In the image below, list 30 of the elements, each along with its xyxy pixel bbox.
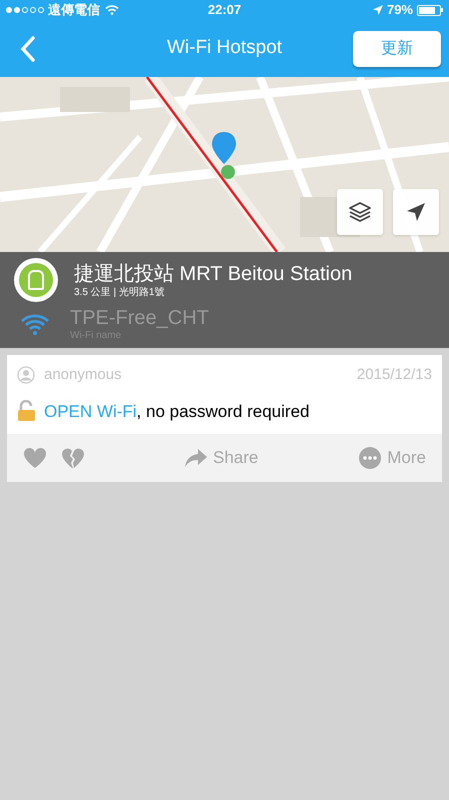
train-icon [14,258,58,302]
broken-heart-icon[interactable] [61,447,85,469]
clock-time: 22:07 [208,1,242,20]
share-button[interactable]: Share [185,445,258,471]
author-name: anonymous [44,365,122,385]
layers-icon [348,200,372,224]
more-dots-icon [359,447,382,469]
user-icon [17,366,35,384]
layers-button[interactable] [337,189,383,235]
heart-icon[interactable] [23,447,47,469]
battery-percent: 79% [386,1,413,20]
padlock-icon [17,400,37,422]
distance-address: 3.5 公里 | 光明路1號 [74,286,166,298]
locate-button[interactable] [393,189,439,235]
battery-icon [417,4,443,16]
more-button[interactable]: More [359,445,426,471]
signal-icon [6,7,44,13]
location-arrow-icon [372,5,383,15]
wifi-name: TPE-Free_CHT [70,306,209,330]
wifi-icon [105,5,119,15]
refresh-button[interactable]: 更新 [353,30,441,66]
message-text: OPEN Wi-Fi, no password required [44,400,310,422]
carrier-name: 遠傳電信 [48,1,100,20]
station-name: 捷運北投站 MRT Beitou Station [74,262,352,286]
location-arrow-icon [406,202,426,222]
share-arrow-icon [185,449,207,467]
screen-title: Wi-Fi Hotspot [166,36,282,60]
post-date: 2015/12/13 [356,365,432,385]
back-icon[interactable] [20,36,36,62]
wifi-icon [20,313,50,335]
